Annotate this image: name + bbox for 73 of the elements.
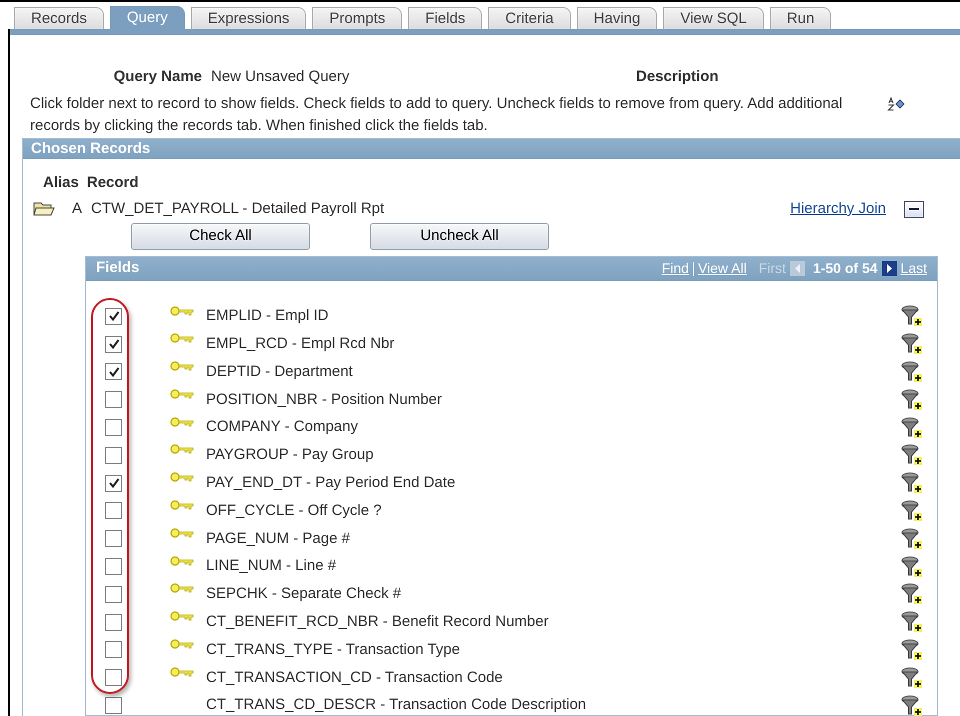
field-name: EMPLID - Empl ID: [206, 306, 329, 326]
add-filter-icon[interactable]: [901, 333, 923, 356]
tab[interactable]: Criteria: [488, 7, 571, 29]
checkbox[interactable]: [105, 502, 122, 520]
grid-button[interactable]: Uncheck All: [370, 222, 549, 250]
add-filter-icon[interactable]: [901, 305, 923, 328]
column-header: Record: [86, 172, 139, 192]
add-filter-icon[interactable]: [901, 500, 923, 522]
add-filter-icon[interactable]: [901, 388, 923, 411]
tab[interactable]: Records: [14, 7, 104, 29]
checkbox[interactable]: [105, 614, 122, 631]
record-name: CTW_DET_PAYROLL - Detailed Payroll Rpt: [91, 199, 384, 219]
checkbox[interactable]: [105, 446, 122, 464]
add-filter-icon[interactable]: [901, 444, 923, 466]
checkbox[interactable]: [105, 697, 122, 714]
field-name: SEPCHK - Separate Check #: [206, 584, 402, 604]
field-name: EMPL_RCD - Empl Rcd Nbr: [206, 334, 394, 354]
checkbox[interactable]: [105, 586, 122, 603]
first-label: First: [758, 259, 786, 278]
tab[interactable]: Fields: [408, 7, 482, 29]
field-name: CT_TRANS_TYPE - Transaction Type: [206, 640, 460, 660]
checkbox[interactable]: [105, 530, 122, 548]
tab[interactable]: Prompts: [312, 7, 402, 29]
add-filter-icon[interactable]: [901, 611, 923, 634]
record-alias: A: [72, 199, 82, 219]
field-name: POSITION_NBR - Position Number: [206, 390, 442, 410]
add-filter-icon[interactable]: [901, 666, 923, 689]
checkbox[interactable]: [105, 641, 122, 658]
collapse-button[interactable]: [904, 200, 924, 218]
add-filter-icon[interactable]: [901, 638, 923, 661]
folder-icon[interactable]: [33, 202, 55, 216]
row-range: 1-50 of 54: [812, 259, 878, 278]
add-filter-icon[interactable]: [901, 416, 923, 439]
previous-icon: [790, 261, 805, 276]
tab[interactable]: Run: [770, 7, 832, 29]
checkbox[interactable]: [105, 474, 122, 492]
field-name: LINE_NUM - Line #: [206, 556, 336, 576]
checkbox[interactable]: [105, 669, 122, 686]
field-name: COMPANY - Company: [206, 417, 358, 438]
checkbox[interactable]: [105, 419, 122, 436]
column-header: Alias: [43, 172, 79, 192]
field-name: CT_TRANS_CD_DESCR - Transaction Code Description: [206, 695, 586, 716]
field-name: PAY_END_DT - Pay Period End Date: [206, 472, 456, 493]
checkbox[interactable]: [105, 308, 122, 325]
checkbox[interactable]: [105, 391, 122, 408]
section-header: Chosen Records: [23, 138, 960, 158]
field-name: PAYGROUP - Pay Group: [206, 445, 374, 466]
next-icon[interactable]: [882, 261, 897, 276]
sort-icon[interactable]: [887, 96, 905, 110]
query-name-label: Query Name: [112, 67, 202, 87]
checkbox[interactable]: [105, 336, 122, 353]
field-name: DEPTID - Department: [206, 362, 353, 382]
field-name: PAGE_NUM - Page #: [206, 528, 350, 549]
add-filter-icon[interactable]: [901, 472, 923, 494]
tab[interactable]: Expressions: [190, 7, 306, 29]
query-name-value: New Unsaved Query: [211, 67, 350, 87]
checkbox[interactable]: [105, 363, 122, 380]
add-filter-icon[interactable]: [901, 528, 923, 550]
field-name: CT_BENEFIT_RCD_NBR - Benefit Record Number: [206, 612, 549, 632]
description-label: Description: [636, 67, 719, 87]
add-filter-icon[interactable]: [901, 694, 923, 716]
add-filter-icon[interactable]: [901, 583, 923, 606]
instructions: Click folder next to record to show fields. Check fields to add to query. Uncheck fields to remove from query. Add additional records by clicking the records tab. When finished click the fields tab.: [30, 94, 844, 136]
add-filter-icon[interactable]: [901, 556, 923, 578]
grid-title: Fields: [96, 258, 140, 278]
checkbox[interactable]: [105, 558, 122, 576]
field-name: OFF_CYCLE - Off Cycle ?: [206, 500, 382, 521]
tab[interactable]: Having: [576, 7, 658, 29]
hierarchy-join-link[interactable]: Hierarchy Join: [790, 198, 886, 220]
add-filter-icon[interactable]: [901, 360, 923, 383]
grid-button[interactable]: Check All: [131, 222, 310, 250]
field-name: CT_TRANSACTION_CD - Transaction Code: [206, 668, 503, 688]
tab[interactable]: View SQL: [663, 7, 764, 29]
